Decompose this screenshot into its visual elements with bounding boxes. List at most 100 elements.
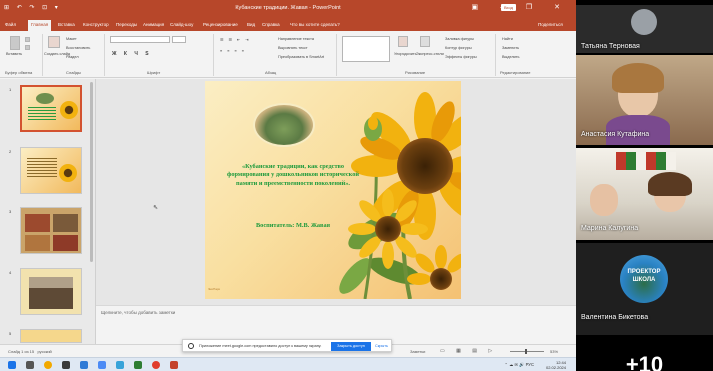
window-controls[interactable]: ▣ – ❐ ✕ (472, 3, 570, 11)
section-button[interactable]: Раздел (66, 55, 79, 59)
group-divider (213, 34, 214, 76)
notes-placeholder[interactable]: Щелкните, чтобы добавить заметки (101, 310, 175, 315)
shape-fill-button[interactable]: Заливка фигуры (445, 37, 474, 41)
tab-transitions[interactable]: Переходы (116, 22, 137, 27)
reset-button[interactable]: Восстановить (66, 46, 90, 50)
participant-name: Татьяна Терновая (581, 43, 640, 50)
text-direction-button[interactable]: Направление текста (278, 37, 314, 41)
system-tray-icons[interactable]: ⌃ ☁ ✉ 🔊 РУС (505, 362, 534, 368)
font-format-buttons[interactable]: Ж К Ч S (112, 51, 152, 57)
clock[interactable]: 12:44 02.02.2024 (546, 360, 566, 370)
slide-thumbnails-pane: 1 2 3 4 5 (0, 79, 96, 344)
stop-sharing-button[interactable]: Закрыть доступ (331, 342, 371, 351)
new-slide-icon[interactable] (48, 36, 60, 48)
tab-help[interactable]: Справка (262, 22, 280, 27)
group-divider (495, 34, 496, 76)
thumbnail-number: 1 (9, 87, 12, 92)
paste-icon[interactable] (10, 36, 20, 50)
more-participants-count[interactable]: +10 (576, 352, 713, 371)
paste-label: Вставить (6, 52, 23, 56)
zoom-level[interactable]: 53% (550, 349, 558, 354)
group-editing-label: Редактирование (500, 70, 531, 75)
windows-taskbar: ⌃ ☁ ✉ 🔊 РУС 12:44 02.02.2024 (0, 357, 576, 371)
ribbon: Вставить Буфер обмена Создать слайд Маке… (0, 31, 576, 78)
screen-share-notification: Приложение meet.google.com предоставило … (182, 339, 392, 352)
view-buttons[interactable]: ▭ ▦ ▤ ▷ (440, 348, 497, 354)
info-icon (188, 343, 194, 349)
search-icon[interactable] (26, 361, 34, 369)
group-clipboard-label: Буфер обмена (5, 70, 33, 75)
group-divider (336, 34, 337, 76)
shapes-gallery[interactable] (342, 36, 390, 62)
slide-thumbnail-4[interactable] (20, 268, 82, 315)
hide-notice-button[interactable]: Скрыть (375, 344, 388, 348)
browser-icon[interactable] (44, 361, 52, 369)
share-tab-button[interactable]: Поделиться (538, 22, 563, 27)
layout-button[interactable]: Макет (66, 37, 77, 41)
slide-thumbnail-5[interactable] (20, 329, 82, 343)
mouse-cursor-icon: ⇖ (153, 205, 159, 211)
select-button[interactable]: Выделить (502, 55, 520, 59)
task-view-icon[interactable] (62, 361, 70, 369)
avatar: ПРОЕКТОР ШКОЛА (620, 255, 668, 303)
arrange-icon[interactable] (398, 36, 408, 47)
shape-outline-button[interactable]: Контур фигуры (445, 46, 472, 50)
cut-icon[interactable] (25, 37, 30, 42)
participant-tile-3[interactable]: Марина Калугина (576, 148, 713, 240)
thumbnail-number: 5 (9, 331, 12, 336)
align-buttons[interactable]: ≡ ≡ ≡ ≡ (220, 49, 246, 53)
share-notice-text: Приложение meet.google.com предоставило … (199, 344, 322, 348)
notes-pane[interactable]: Щелкните, чтобы добавить заметки (96, 305, 576, 343)
current-slide[interactable]: «Кубанские традиции, как средство формир… (205, 81, 461, 299)
group-divider (42, 34, 43, 76)
slide-thumbnail-2[interactable] (20, 147, 82, 194)
list-buttons[interactable]: ☰ ☰ ⇤ ⇥ (220, 37, 250, 42)
tab-file[interactable]: Файл (5, 22, 16, 27)
powerpoint-window: ⊞ ↶ ↷ ⊡ ▾ Кубанские традиции. Жавая - Po… (0, 0, 576, 371)
thumbnail-number: 4 (9, 270, 12, 275)
tab-design[interactable]: Конструктор (83, 22, 109, 27)
tab-animations[interactable]: Анимация (143, 22, 164, 27)
slide-author[interactable]: Воспитатель: М.В. Жавая (223, 222, 363, 229)
copy-icon[interactable] (25, 45, 30, 50)
tab-slideshow[interactable]: Слайд-шоу (170, 22, 193, 27)
start-icon[interactable] (8, 361, 16, 369)
tab-insert[interactable]: Вставка (58, 22, 75, 27)
align-text-button[interactable]: Выровнять текст (278, 46, 308, 50)
participant-tile-2[interactable]: Анастасия Кутафина (576, 55, 713, 145)
avatar-text: ПРОЕКТОР (627, 269, 661, 275)
tell-me-search[interactable]: Что вы хотите сделать? (290, 22, 340, 27)
zoom-slider-handle[interactable] (525, 349, 527, 354)
notes-toggle-button[interactable]: Заметки (410, 349, 425, 354)
convert-smartart-button[interactable]: Преобразовать в SmartArt (278, 55, 324, 59)
participant-name: Валентина Бикетова (581, 314, 649, 321)
participant-tile-4[interactable]: ПРОЕКТОР ШКОЛА Валентина Бикетова (576, 243, 713, 335)
thumbnails-scrollbar[interactable] (90, 82, 93, 262)
telegram-icon[interactable] (116, 361, 124, 369)
store-icon[interactable] (98, 361, 106, 369)
arrange-label: Упорядочить (394, 52, 417, 56)
slide-title[interactable]: «Кубанские традиции, как средство формир… (223, 163, 363, 188)
whatsapp-icon[interactable] (134, 361, 142, 369)
zoom-slider[interactable] (510, 351, 544, 352)
replace-button[interactable]: Заменить (502, 46, 519, 50)
font-size-box[interactable] (172, 36, 186, 43)
powerpoint-taskbar-icon[interactable] (170, 361, 178, 369)
explorer-icon[interactable] (80, 361, 88, 369)
language-indicator[interactable]: русский (37, 349, 51, 354)
shape-effects-button[interactable]: Эффекты фигуры (445, 55, 477, 59)
quick-styles-icon[interactable] (420, 36, 430, 47)
tab-view[interactable]: Вид (247, 22, 255, 27)
tab-review[interactable]: Рецензирование (203, 22, 238, 27)
slide-thumbnail-3[interactable] (20, 207, 82, 254)
tab-home[interactable]: Главная (28, 20, 52, 31)
sunflower-decoration (339, 92, 461, 299)
slide-counter: Слайд 1 из 15 русский (8, 349, 52, 354)
find-button[interactable]: Найти (502, 37, 513, 41)
font-name-box[interactable] (110, 36, 170, 43)
participant-tile-1[interactable]: Татьяна Терновая (576, 5, 713, 53)
avatar (631, 9, 657, 35)
clock-date: 02.02.2024 (545, 365, 566, 370)
slide-thumbnail-1[interactable] (20, 85, 82, 132)
chrome-icon[interactable] (152, 361, 160, 369)
